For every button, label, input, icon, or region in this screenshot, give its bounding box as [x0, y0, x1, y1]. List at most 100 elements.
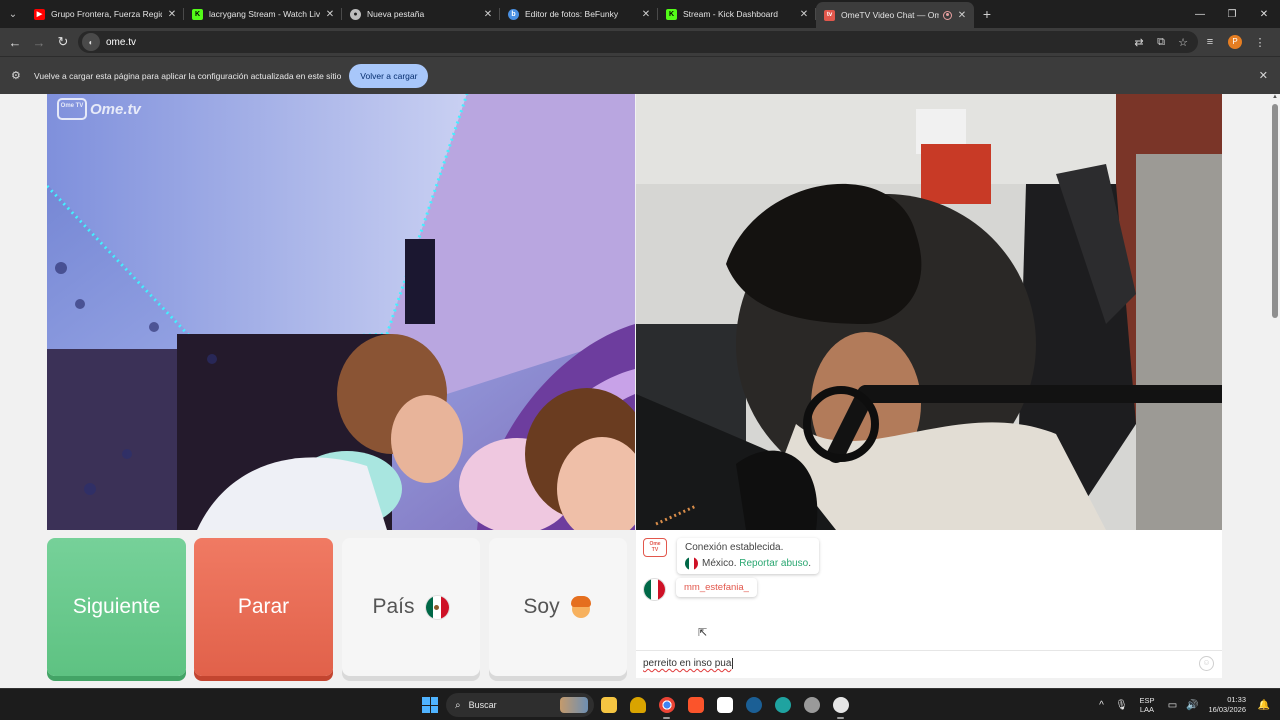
- reload-icon[interactable]: ↻: [51, 30, 75, 54]
- steam-icon[interactable]: [739, 689, 768, 720]
- partner-username: mm_estefania_: [684, 582, 749, 593]
- close-icon[interactable]: ✕: [482, 9, 494, 20]
- tab-strip: ⌄ ▶ Grupo Frontera, Fuerza Regida ✕ K la…: [0, 0, 1280, 28]
- tab-title: Grupo Frontera, Fuerza Regida: [51, 9, 162, 19]
- tab-new-tab[interactable]: ● Nueva pestaña ✕: [342, 0, 500, 28]
- mexico-flag-icon: [424, 594, 450, 620]
- system-message-bubble: Conexión establecida. México. Reportar a…: [677, 538, 819, 574]
- tab-kick-stream[interactable]: K lacrygang Stream - Watch Live ✕: [184, 0, 342, 28]
- back-icon[interactable]: ←: [3, 30, 27, 54]
- edge-icon[interactable]: [768, 689, 797, 720]
- close-icon[interactable]: ✕: [324, 9, 336, 20]
- close-window-icon[interactable]: ✕: [1248, 0, 1280, 28]
- tab-ometv[interactable]: tv OmeTV Video Chat — Ome ✕: [816, 2, 974, 28]
- volume-icon[interactable]: 🔊: [1182, 700, 1202, 711]
- search-label: Buscar: [468, 700, 497, 710]
- close-icon[interactable]: ✕: [640, 9, 652, 20]
- scroll-thumb[interactable]: [1272, 104, 1278, 318]
- taskbar-clock[interactable]: 01:33 16/03/2026: [1208, 695, 1246, 715]
- address-bar[interactable]: ◐ ome.tv ⇄ ⧉ ☆: [78, 31, 1198, 53]
- partner-message-row: mm_estefania_: [643, 578, 757, 601]
- tab-befunky[interactable]: b Editor de fotos: BeFunky ✕: [500, 0, 658, 28]
- next-button[interactable]: Siguiente: [47, 538, 186, 676]
- search-icon: ⌕: [455, 699, 461, 711]
- country-button-label: País: [372, 595, 415, 618]
- microphone-icon[interactable]: 🎙: [1111, 700, 1131, 711]
- ometv-page: Ome TV Ome.tv Siguiente Parar País Soy O…: [0, 94, 1270, 688]
- mexico-flag-icon: [643, 578, 666, 601]
- reload-infobar: ⚙ Vuelve a cargar esta página para aplic…: [0, 56, 1280, 94]
- capcut-icon[interactable]: [710, 689, 739, 720]
- file-explorer-icon[interactable]: [594, 689, 623, 720]
- network-icon[interactable]: ▭: [1162, 700, 1182, 711]
- shield-app-icon[interactable]: [623, 689, 652, 720]
- stop-button-label: Parar: [237, 595, 290, 618]
- clock-time: 01:33: [1227, 695, 1246, 704]
- tab-title: Stream - Kick Dashboard: [683, 9, 778, 19]
- youtube-icon: ▶: [34, 8, 45, 20]
- ometv-logo: Ome TV Ome.tv: [57, 98, 141, 120]
- gender-button-label: Soy: [523, 595, 560, 618]
- recording-icon: [943, 10, 952, 20]
- notification-bell-icon[interactable]: 🔔: [1254, 700, 1274, 711]
- tab-title: Nueva pestaña: [367, 9, 425, 19]
- ometv-logo-mark: Ome TV: [57, 98, 87, 120]
- new-tab-button[interactable]: +: [974, 6, 1000, 22]
- connection-status-text: Conexión establecida.: [685, 542, 784, 553]
- keyboard-language[interactable]: ESP LAA: [1139, 696, 1154, 714]
- partner-video: Ome TV Ome.tv: [47, 94, 635, 530]
- close-icon[interactable]: ✕: [798, 9, 810, 20]
- obs-icon[interactable]: [797, 689, 826, 720]
- ometv-icon: tv: [824, 9, 835, 21]
- kick-icon: K: [192, 8, 203, 20]
- close-infobar-icon[interactable]: ✕: [1259, 69, 1268, 82]
- forward-icon[interactable]: →: [27, 30, 51, 54]
- chevron-up-icon[interactable]: ^: [1091, 700, 1111, 711]
- minimize-icon[interactable]: —: [1184, 0, 1216, 28]
- tab-kick-dashboard[interactable]: K Stream - Kick Dashboard ✕: [658, 0, 816, 28]
- close-icon[interactable]: ✕: [166, 9, 178, 20]
- install-app-icon[interactable]: ⧉: [1150, 36, 1172, 49]
- close-icon[interactable]: ✕: [956, 10, 968, 21]
- report-abuse-link[interactable]: Reportar abuso: [739, 558, 808, 569]
- partner-message-bubble: mm_estefania_: [676, 578, 757, 597]
- page-scrollbar[interactable]: ▲: [1270, 94, 1280, 688]
- country-filter-button[interactable]: País: [342, 538, 480, 676]
- bookmark-star-icon[interactable]: ☆: [1172, 36, 1194, 49]
- windows-taskbar: ⌕ Buscar ^ 🎙 ESP LAA ▭ 🔊 01:33 16/03/202…: [0, 688, 1280, 720]
- brave-icon[interactable]: [681, 689, 710, 720]
- chat-message-input[interactable]: perreito en inso pua ☺: [636, 650, 1222, 676]
- taskbar-search[interactable]: ⌕ Buscar: [446, 693, 594, 717]
- layout-code: LAA: [1139, 705, 1155, 714]
- language-code: ESP: [1139, 696, 1155, 705]
- mexico-flag-icon: [685, 557, 698, 570]
- system-tray: ^ 🎙 ESP LAA ▭ 🔊 01:33 16/03/2026 🔔: [1091, 689, 1280, 720]
- site-info-icon[interactable]: ◐: [82, 33, 100, 51]
- chat-input-text: perreito en inso pua: [643, 658, 732, 669]
- self-video: [636, 94, 1222, 530]
- infobar-message: Vuelve a cargar esta página para aplicar…: [34, 70, 342, 81]
- media-icon[interactable]: ≡: [1198, 36, 1222, 48]
- stop-button[interactable]: Parar: [194, 538, 333, 676]
- boy-emoji-icon: [569, 595, 593, 619]
- ometv-logo-text: Ome.tv: [90, 100, 141, 118]
- webcam-app-icon[interactable]: [826, 689, 855, 720]
- tab-search-icon[interactable]: ⌄: [0, 0, 26, 28]
- chrome-icon[interactable]: [652, 689, 681, 720]
- reload-page-button[interactable]: Volver a cargar: [349, 63, 429, 88]
- clock-date: 16/03/2026: [1208, 705, 1246, 714]
- befunky-icon: b: [508, 8, 519, 20]
- self-video-frame: [636, 94, 1222, 530]
- restore-icon[interactable]: ❐: [1216, 0, 1248, 28]
- menu-icon[interactable]: ⋮: [1248, 36, 1272, 49]
- scroll-up-icon[interactable]: ▲: [1272, 94, 1278, 100]
- gender-select-button[interactable]: Soy: [489, 538, 627, 676]
- next-button-label: Siguiente: [72, 595, 161, 618]
- translate-icon[interactable]: ⇄: [1128, 36, 1150, 49]
- tab-youtube[interactable]: ▶ Grupo Frontera, Fuerza Regida ✕: [26, 0, 184, 28]
- windows-start-icon[interactable]: [422, 697, 438, 713]
- emoji-picker-icon[interactable]: ☺: [1199, 656, 1214, 671]
- system-message-row: Ome TV Conexión establecida. México. Repo…: [643, 538, 819, 574]
- kick-icon: K: [666, 8, 677, 20]
- profile-avatar[interactable]: P: [1228, 35, 1242, 49]
